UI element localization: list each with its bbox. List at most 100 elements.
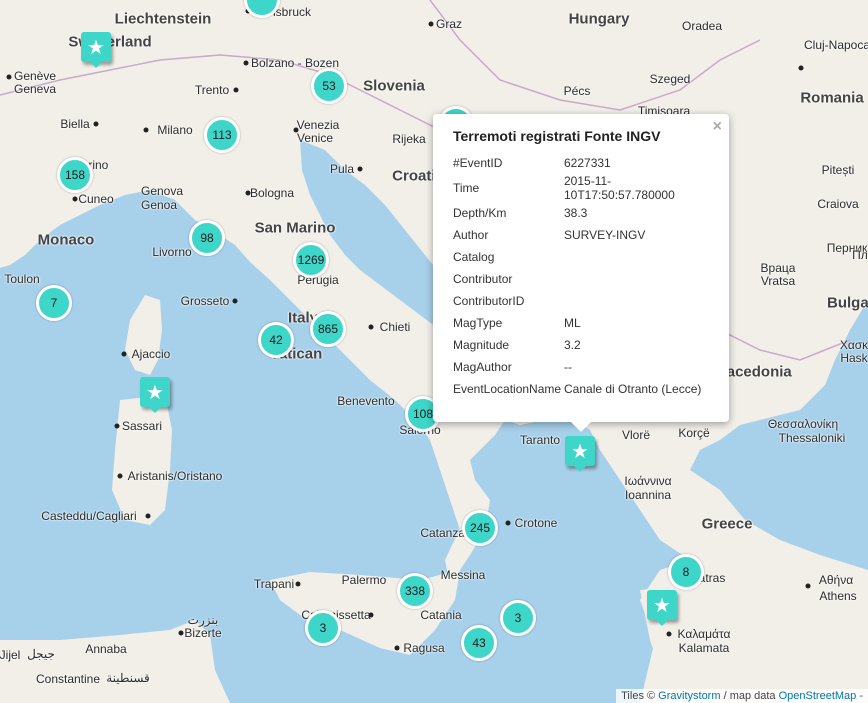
attribute-row: Author SURVEY-INGV <box>453 224 709 246</box>
city-label: Ajaccio <box>131 347 171 361</box>
country-label: Romania <box>800 89 864 107</box>
city-label: Пл <box>852 248 868 262</box>
attribute-key: Contributor <box>453 272 513 286</box>
city-label: Korçë <box>678 426 710 440</box>
cluster-marker[interactable]: 245 <box>462 510 498 546</box>
event-attributes-table: #EventID 6227331 Time 2015-11-10T17:50:57.7… <box>453 152 709 400</box>
city-label: Taranto <box>519 433 561 447</box>
city-label: Thessaloniki <box>778 431 846 445</box>
attribute-value <box>564 290 709 312</box>
cluster-marker[interactable]: 7 <box>36 285 72 321</box>
attribution-link[interactable]: OpenStreetMap - <box>779 690 863 702</box>
star-marker[interactable]: ★ <box>565 436 595 472</box>
city-label: Genova <box>140 184 184 198</box>
city-dot <box>357 166 363 172</box>
city-dot <box>394 645 400 651</box>
attribute-value <box>564 268 709 290</box>
city-dot <box>143 127 149 133</box>
attribute-key: #EventID <box>453 156 503 170</box>
city-label: Θεσσαλονίκη <box>767 417 839 431</box>
attribute-key: EventLocationName <box>453 382 562 396</box>
city-label: Graz <box>435 17 463 31</box>
attribute-row: Time 2015-11-10T17:50:57.780000 <box>453 174 709 202</box>
city-label: Chieti <box>379 320 411 334</box>
cluster-marker[interactable]: 3 <box>305 610 341 646</box>
attribute-key: Catalog <box>453 250 495 264</box>
attribute-key: Author <box>453 228 489 242</box>
city-dot <box>178 630 184 636</box>
attribute-row: Catalog <box>453 246 709 268</box>
city-label: Rijeka <box>392 132 426 146</box>
cluster-marker[interactable]: 3 <box>500 600 536 636</box>
star-icon: ★ <box>87 36 105 59</box>
city-dot <box>368 612 374 618</box>
attribute-key: Magnitude <box>453 338 510 352</box>
city-label: Messina <box>440 568 486 582</box>
city-dot <box>114 423 120 429</box>
city-label: Biella <box>60 117 90 131</box>
city-label: Χασκ <box>839 338 868 352</box>
star-marker[interactable]: ★ <box>81 32 111 68</box>
land-corsica <box>125 295 162 375</box>
city-dot <box>805 583 811 589</box>
city-label: Bologna <box>249 186 295 200</box>
city-label: Milano <box>157 123 193 137</box>
country-label: Hungary <box>568 10 630 28</box>
attribute-key: MagType <box>453 316 503 330</box>
city-dot <box>505 520 511 526</box>
cluster-marker[interactable]: 8 <box>668 554 704 590</box>
attribute-value <box>564 246 709 268</box>
cluster-marker[interactable]: 1269 <box>293 242 329 278</box>
city-label: Oradea <box>681 19 723 33</box>
city-label: Враца <box>760 261 796 275</box>
attribution-link[interactable]: Gravitystorm <box>658 690 720 702</box>
country-label: Monaco <box>37 231 95 249</box>
attribute-row: #EventID 6227331 <box>453 152 709 174</box>
city-dot <box>368 324 374 330</box>
city-label: Vlorë <box>621 428 651 442</box>
attribute-key: ContributorID <box>453 294 525 308</box>
city-label: Genoa <box>140 198 178 212</box>
city-label: Kalamata <box>678 641 730 655</box>
city-label: Geneva <box>13 82 57 96</box>
city-label: Trapani <box>253 577 295 591</box>
city-label: Hask <box>840 351 868 365</box>
city-label: Palermo <box>341 573 387 587</box>
attribute-key: Time <box>453 181 480 195</box>
cluster-marker[interactable]: 865 <box>310 311 346 347</box>
cluster-marker[interactable]: 42 <box>258 322 294 358</box>
cluster-marker[interactable]: 53 <box>311 68 347 104</box>
city-label: Craiova <box>817 197 859 211</box>
attribute-value: Canale di Otranto (Lecce) <box>564 382 702 396</box>
star-icon: ★ <box>571 440 589 463</box>
city-dot <box>145 513 151 519</box>
event-popup: × Terremoti registrati Fonte INGV #Event… <box>433 114 729 432</box>
star-marker[interactable]: ★ <box>647 590 677 626</box>
city-dot <box>93 121 99 127</box>
city-label: Αθήνα <box>818 573 854 587</box>
attribute-row: MagAuthor -- <box>453 356 709 378</box>
map-canvas[interactable]: Liechtenstein Switzerland Hungary Sloven… <box>0 0 868 703</box>
city-label: Cluj-Napoca <box>803 38 868 52</box>
star-marker[interactable]: ★ <box>140 377 170 413</box>
city-label: Catania <box>420 608 462 622</box>
cluster-marker[interactable]: 338 <box>397 573 433 609</box>
star-icon: ★ <box>146 381 164 404</box>
city-dot <box>666 631 672 637</box>
cluster-marker[interactable]: 43 <box>461 625 497 661</box>
cluster-marker[interactable]: 98 <box>189 220 225 256</box>
city-label: Toulon <box>4 272 40 286</box>
city-label: Trento <box>194 83 230 97</box>
city-dot <box>243 60 249 66</box>
city-dot <box>6 74 12 80</box>
attribute-row: EventLocationName Canale di Otranto (Lecc… <box>453 378 709 400</box>
city-label: Aristanis/Oristano <box>127 469 223 483</box>
city-label: بنزرت <box>187 613 219 627</box>
city-dot <box>798 65 804 71</box>
city-label: Pitești <box>821 163 855 177</box>
close-icon[interactable]: × <box>713 118 722 136</box>
cluster-marker[interactable]: 158 <box>57 157 93 193</box>
cluster-marker[interactable]: 113 <box>204 117 240 153</box>
country-label: Greece <box>701 515 753 533</box>
city-label: Crotone <box>514 516 558 530</box>
